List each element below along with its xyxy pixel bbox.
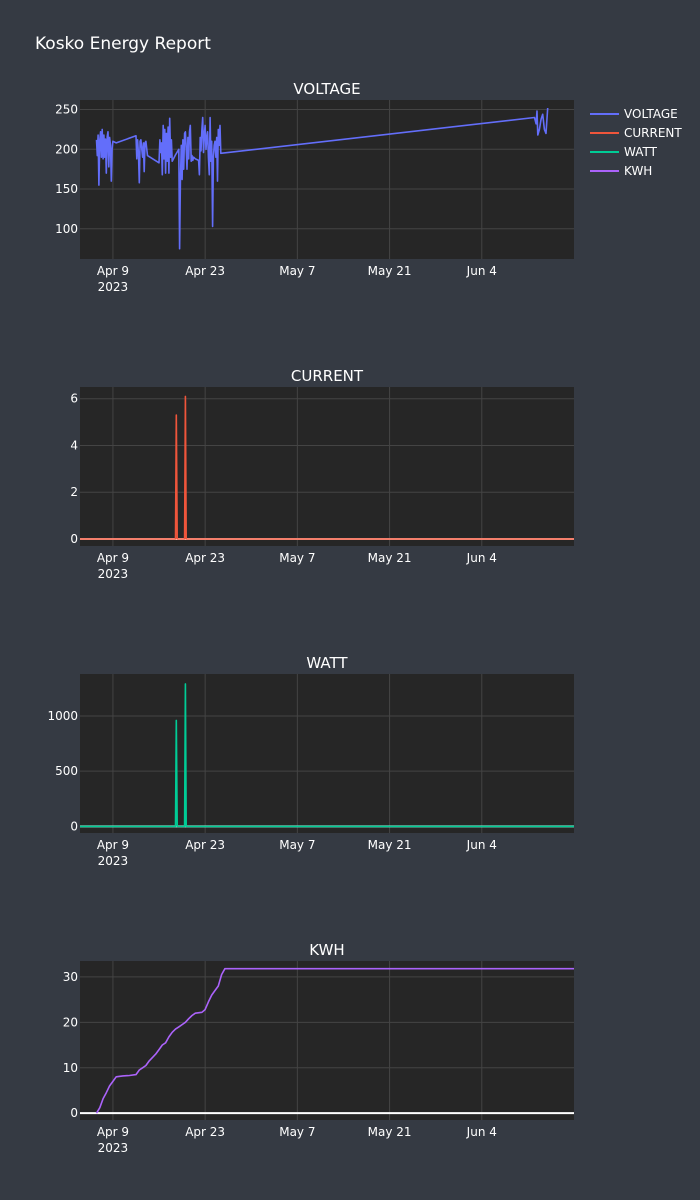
x-tick-label: Apr 9	[97, 264, 129, 278]
x-tick-label: May 21	[368, 1125, 412, 1139]
x-tick-label: Apr 23	[185, 1125, 225, 1139]
y-tick-label: 500	[55, 764, 78, 778]
legend-label-voltage: VOLTAGE	[624, 107, 678, 121]
y-tick-label: 200	[55, 142, 78, 156]
y-tick-label: 150	[55, 182, 78, 196]
x-tick-label: May 21	[368, 551, 412, 565]
legend-label-current: CURRENT	[624, 126, 682, 140]
x-tick-year-label: 2023	[98, 280, 129, 294]
plot-area	[80, 387, 574, 546]
chart-panel-watt: WATT Apr 9 2023 Apr 23 May 7 May 21 Jun 4 0 500 1…	[47, 654, 574, 868]
chart-panel-voltage: VOLTAGE Apr 9 2023 Apr 23 May 7 May 21 Jun 4 10…	[55, 80, 574, 294]
y-tick-label: 30	[63, 970, 78, 984]
x-tick-label: Apr 23	[185, 838, 225, 852]
x-tick-label: May 7	[279, 551, 315, 565]
y-tick-label: 0	[70, 532, 78, 546]
x-tick-year-label: 2023	[98, 567, 129, 581]
x-tick-year-label: 2023	[98, 854, 129, 868]
x-tick-label: Jun 4	[466, 1125, 497, 1139]
report-canvas: Kosko Energy Report VOLTAGE Apr 9 2023 Apr …	[0, 0, 700, 1200]
x-tick-label: May 21	[368, 264, 412, 278]
x-tick-label: May 21	[368, 838, 412, 852]
chart-title: CURRENT	[291, 367, 364, 385]
x-tick-label: Apr 9	[97, 1125, 129, 1139]
y-tick-label: 250	[55, 103, 78, 117]
x-tick-label: May 7	[279, 838, 315, 852]
y-tick-label: 0	[70, 819, 78, 833]
plot-area	[80, 674, 574, 833]
plot-area	[80, 961, 574, 1120]
legend-label-kwh: KWH	[624, 164, 652, 178]
y-tick-label: 2	[70, 485, 78, 499]
chart-panel-kwh: KWH Apr 9 2023 Apr 23 May 7 May 21 Jun 4 0 10 20 3…	[63, 941, 574, 1155]
y-tick-label: 4	[70, 438, 78, 452]
x-tick-label: Jun 4	[466, 838, 497, 852]
x-tick-label: May 7	[279, 264, 315, 278]
x-tick-label: Apr 23	[185, 264, 225, 278]
y-tick-label: 20	[63, 1015, 78, 1029]
legend: VOLTAGE CURRENT WATT KWH	[590, 107, 682, 178]
y-tick-label: 6	[70, 392, 78, 406]
x-tick-label: May 7	[279, 1125, 315, 1139]
plot-area	[80, 100, 574, 259]
y-tick-label: 1000	[47, 709, 78, 723]
x-tick-label: Jun 4	[466, 551, 497, 565]
chart-title: WATT	[306, 654, 348, 672]
x-tick-label: Apr 9	[97, 838, 129, 852]
charts-svg: VOLTAGE Apr 9 2023 Apr 23 May 7 May 21 Jun 4 10…	[47, 80, 682, 1155]
x-tick-year-label: 2023	[98, 1141, 129, 1155]
chart-title: VOLTAGE	[293, 80, 360, 98]
y-tick-label: 10	[63, 1061, 78, 1075]
x-tick-label: Apr 23	[185, 551, 225, 565]
chart-title: KWH	[309, 941, 344, 959]
x-tick-label: Apr 9	[97, 551, 129, 565]
chart-panel-current: CURRENT Apr 9 2023 Apr 23 May 7 May 21 Jun 4 0 2…	[70, 367, 574, 581]
x-tick-label: Jun 4	[466, 264, 497, 278]
legend-label-watt: WATT	[624, 145, 658, 159]
y-tick-label: 0	[70, 1106, 78, 1120]
y-tick-label: 100	[55, 222, 78, 236]
